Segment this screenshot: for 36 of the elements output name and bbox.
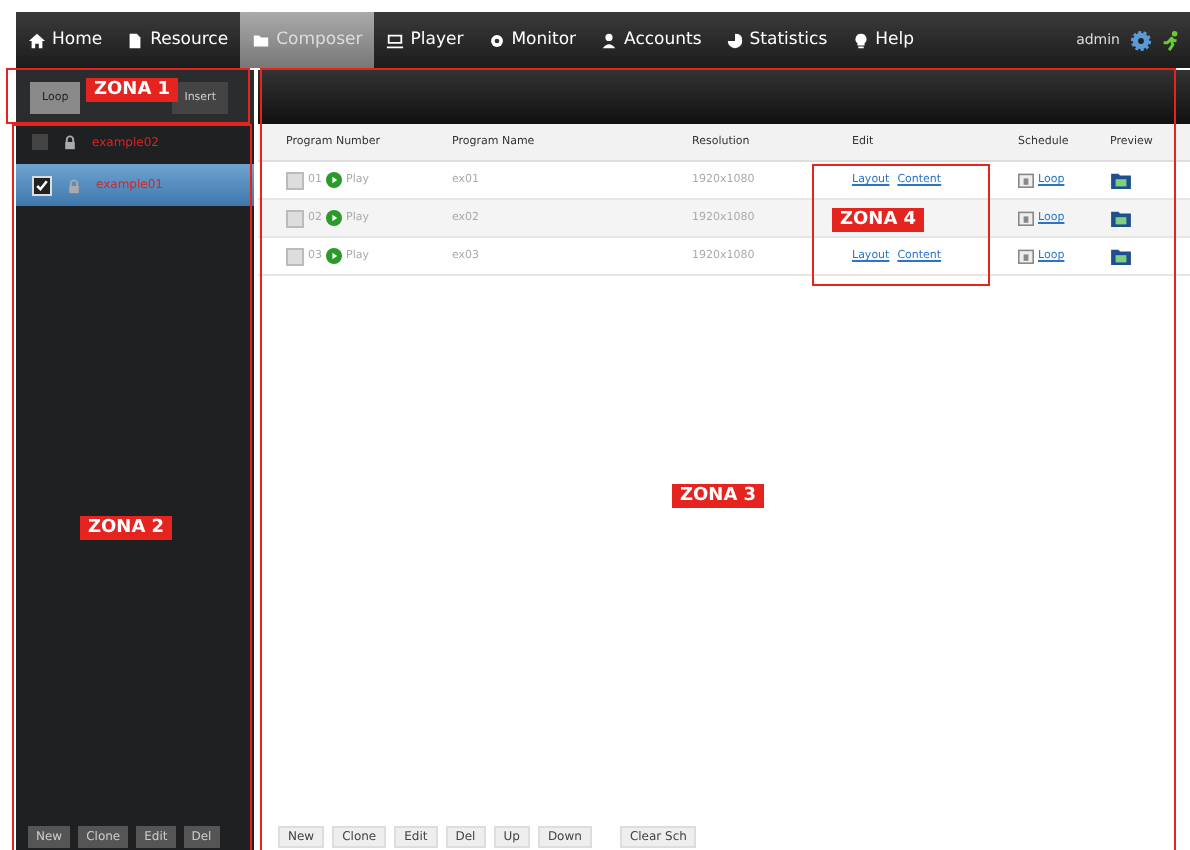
nav-tab[interactable]: Monitor — [475, 12, 589, 68]
checkbox[interactable] — [286, 171, 304, 189]
nav-tab[interactable]: Accounts — [588, 12, 714, 68]
checkbox[interactable] — [286, 209, 304, 227]
zone-label: ZONA 2 — [80, 516, 173, 540]
nav-tab[interactable]: Help — [839, 12, 927, 68]
running-figure-icon[interactable] — [1160, 29, 1182, 51]
lightbulb-icon — [851, 31, 870, 49]
lock-icon — [66, 177, 82, 193]
zone-label: ZONA 1 — [86, 78, 179, 102]
nav-tab[interactable]: Player — [374, 12, 476, 68]
document-icon — [126, 31, 145, 49]
settings-icon[interactable] — [1130, 29, 1152, 51]
monitor-icon — [386, 31, 405, 49]
play-icon[interactable] — [326, 172, 342, 188]
zone-label: ZONA 3 — [672, 484, 765, 508]
lock-icon — [62, 134, 78, 150]
calendar-icon — [1018, 248, 1034, 264]
checkbox[interactable] — [32, 175, 52, 195]
calendar-icon — [1018, 172, 1034, 188]
calendar-icon — [1018, 210, 1034, 226]
checkbox[interactable] — [32, 134, 48, 150]
play-icon[interactable] — [326, 210, 342, 226]
folder-icon[interactable] — [1110, 209, 1132, 227]
folder-icon[interactable] — [1110, 247, 1132, 265]
zone-label: ZONA 4 — [832, 208, 925, 232]
pie-chart-icon — [725, 31, 744, 49]
nav-tab[interactable]: Statistics — [713, 12, 840, 68]
nav-tab[interactable]: Home — [16, 12, 115, 68]
checkbox[interactable] — [286, 247, 304, 265]
play-icon[interactable] — [326, 248, 342, 264]
user-icon — [600, 31, 619, 49]
folder-icon[interactable] — [1110, 171, 1132, 189]
home-icon — [28, 31, 46, 49]
folder-icon — [252, 31, 271, 49]
nav-tab[interactable]: Resource — [114, 12, 241, 68]
